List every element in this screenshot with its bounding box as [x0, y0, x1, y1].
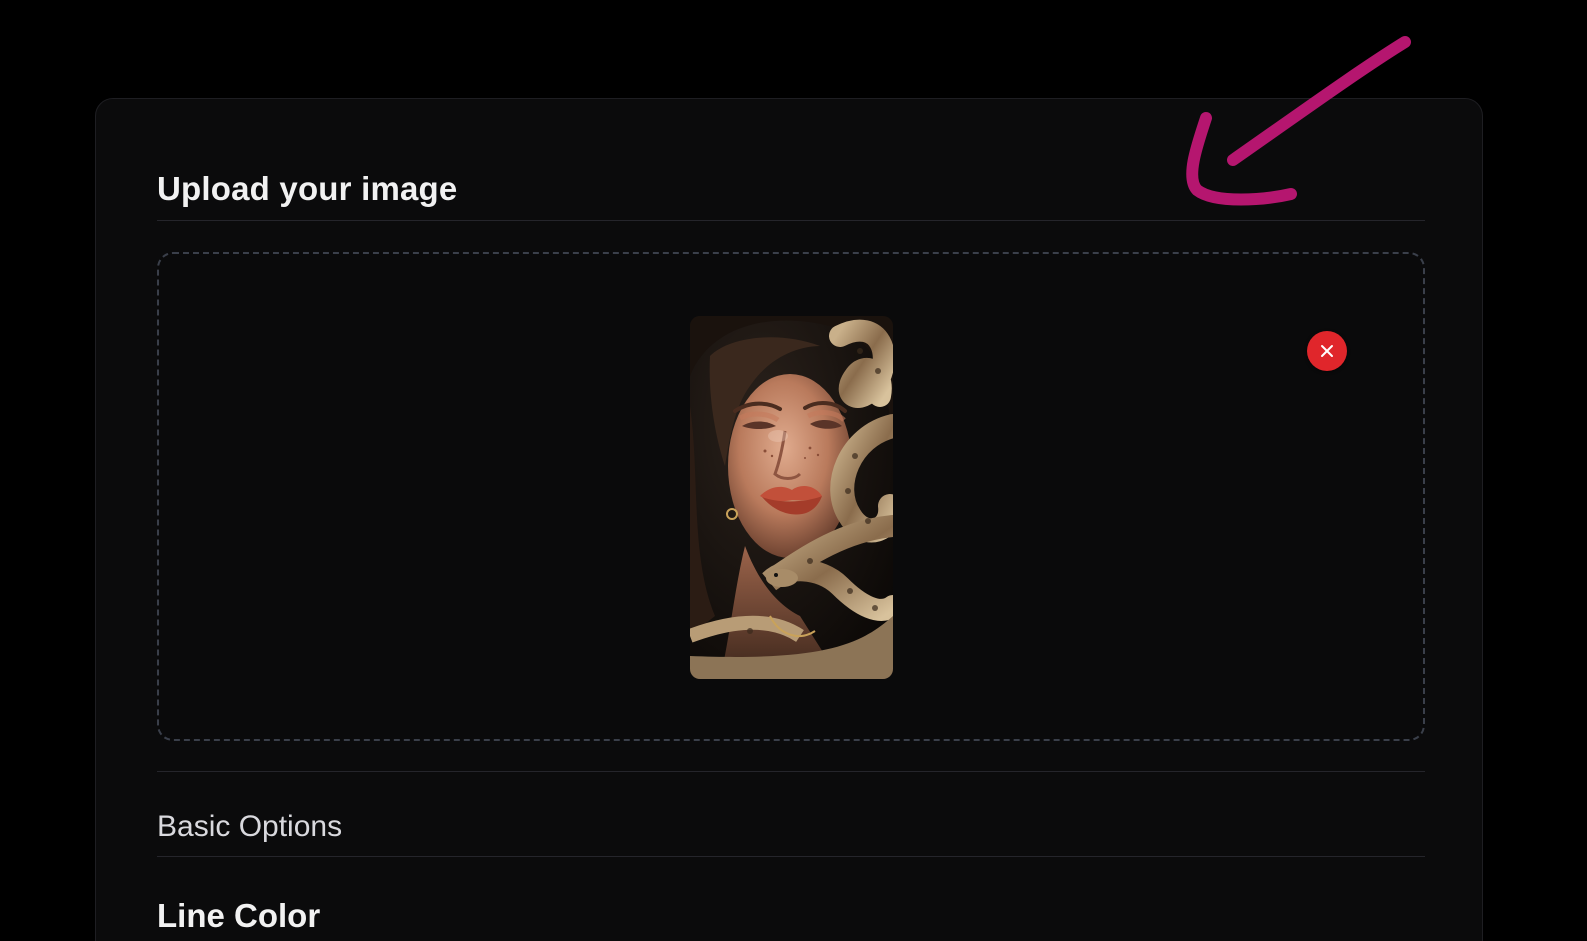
- line-color-heading: Line Color: [157, 897, 321, 934]
- uploaded-image-preview: [690, 316, 893, 679]
- portrait-image: [690, 316, 893, 679]
- top-text-fragment: [722, 0, 736, 6]
- upload-card: Upload your image Basic Options Line Col…: [95, 98, 1483, 941]
- close-icon: [1321, 345, 1333, 357]
- image-dropzone[interactable]: [157, 252, 1425, 741]
- basic-options-toggle[interactable]: Basic Options: [157, 807, 342, 847]
- divider: [157, 771, 1425, 772]
- divider: [157, 220, 1425, 221]
- remove-image-button[interactable]: [1307, 331, 1347, 371]
- upload-title: Upload your image: [157, 170, 458, 207]
- divider: [157, 856, 1425, 857]
- page: Upload your image Basic Options Line Col…: [0, 0, 1587, 941]
